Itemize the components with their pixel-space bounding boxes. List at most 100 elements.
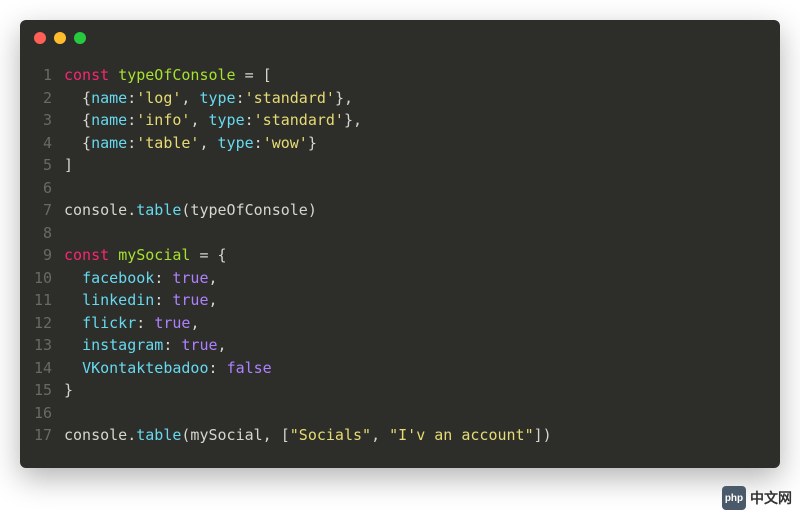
code-line: 13 instagram: true,	[20, 334, 780, 357]
token-prop: type	[218, 134, 254, 152]
code-line: 2 {name:'log', type:'standard'},	[20, 87, 780, 110]
token-punct: :	[209, 359, 227, 377]
token-prop: name	[91, 134, 127, 152]
token-method: table	[136, 201, 181, 219]
line-number: 16	[20, 402, 64, 425]
token-bool: true	[172, 291, 208, 309]
line-number: 17	[20, 424, 64, 447]
line-number: 14	[20, 357, 64, 380]
token-var: mySocial	[118, 246, 190, 264]
code-line: 8	[20, 222, 780, 245]
token-prop: name	[91, 111, 127, 129]
code-content: console.table(typeOfConsole)	[64, 199, 317, 222]
code-content: ]	[64, 154, 73, 177]
token-punct: :	[254, 134, 263, 152]
token-kw: const	[64, 66, 118, 84]
token-punct: ,	[218, 336, 227, 354]
token-punct	[64, 291, 82, 309]
token-prop: name	[91, 89, 127, 107]
token-punct: ,	[190, 111, 208, 129]
line-number: 7	[20, 199, 64, 222]
line-number: 6	[20, 177, 64, 200]
token-prop: VKontaktebadoo	[82, 359, 208, 377]
token-punct: ,	[209, 269, 218, 287]
code-line: 12 flickr: true,	[20, 312, 780, 335]
token-method: table	[136, 426, 181, 444]
token-punct: :	[127, 89, 136, 107]
code-content: console.table(mySocial, ["Socials", "I'v…	[64, 424, 552, 447]
token-bool: true	[181, 336, 217, 354]
line-number: 3	[20, 109, 64, 132]
token-punct: ]	[64, 156, 73, 174]
token-punct	[64, 359, 82, 377]
token-prop: instagram	[82, 336, 163, 354]
code-editor-window: 1const typeOfConsole = [2 {name:'log', t…	[20, 20, 780, 468]
token-str: 'log'	[136, 89, 181, 107]
line-number: 9	[20, 244, 64, 267]
token-obj: console	[64, 201, 127, 219]
token-punct: :	[245, 111, 254, 129]
token-punct: ,	[199, 134, 217, 152]
maximize-icon[interactable]	[74, 32, 86, 44]
line-number: 15	[20, 379, 64, 402]
code-content: const typeOfConsole = [	[64, 64, 272, 87]
token-obj: console	[64, 426, 127, 444]
line-number: 10	[20, 267, 64, 290]
code-content: }	[64, 379, 73, 402]
line-number: 13	[20, 334, 64, 357]
line-number: 11	[20, 289, 64, 312]
token-punct: },	[344, 111, 362, 129]
token-punct: (mySocial, [	[181, 426, 289, 444]
token-punct: (typeOfConsole)	[181, 201, 316, 219]
line-number: 5	[20, 154, 64, 177]
token-punct: :	[154, 291, 172, 309]
token-str: "Socials"	[290, 426, 371, 444]
line-number: 1	[20, 64, 64, 87]
code-line: 1const typeOfConsole = [	[20, 64, 780, 87]
token-bool: true	[154, 314, 190, 332]
token-punct: = [	[236, 66, 272, 84]
token-prop: flickr	[82, 314, 136, 332]
token-kw: const	[64, 246, 118, 264]
token-punct	[64, 314, 82, 332]
token-str: 'standard'	[245, 89, 335, 107]
code-content: linkedin: true,	[64, 289, 218, 312]
token-punct: .	[127, 426, 136, 444]
token-punct: .	[127, 201, 136, 219]
token-punct: {	[64, 89, 91, 107]
code-line: 14 VKontaktebadoo: false	[20, 357, 780, 380]
token-punct: ,	[209, 291, 218, 309]
token-punct: :	[236, 89, 245, 107]
code-content: flickr: true,	[64, 312, 199, 335]
code-content: {name:'log', type:'standard'},	[64, 87, 353, 110]
code-content: instagram: true,	[64, 334, 227, 357]
token-punct: :	[127, 111, 136, 129]
token-punct: ,	[371, 426, 389, 444]
code-line: 4 {name:'table', type:'wow'}	[20, 132, 780, 155]
minimize-icon[interactable]	[54, 32, 66, 44]
token-bool: false	[227, 359, 272, 377]
token-punct: }	[308, 134, 317, 152]
code-content: const mySocial = {	[64, 244, 227, 267]
code-content: {name:'table', type:'wow'}	[64, 132, 317, 155]
token-punct	[64, 269, 82, 287]
code-line: 16	[20, 402, 780, 425]
token-punct: {	[64, 134, 91, 152]
token-prop: linkedin	[82, 291, 154, 309]
token-str: 'info'	[136, 111, 190, 129]
line-number: 8	[20, 222, 64, 245]
token-punct: ,	[181, 89, 199, 107]
token-punct: ,	[190, 314, 199, 332]
window-titlebar	[20, 20, 780, 56]
token-str: 'standard'	[254, 111, 344, 129]
code-content: facebook: true,	[64, 267, 218, 290]
watermark-text: 中文网	[750, 488, 792, 508]
close-icon[interactable]	[34, 32, 46, 44]
token-prop: type	[209, 111, 245, 129]
token-punct: :	[154, 269, 172, 287]
code-line: 6	[20, 177, 780, 200]
token-punct: = {	[190, 246, 226, 264]
token-var: typeOfConsole	[118, 66, 235, 84]
watermark: php 中文网	[722, 486, 792, 510]
code-line: 5]	[20, 154, 780, 177]
